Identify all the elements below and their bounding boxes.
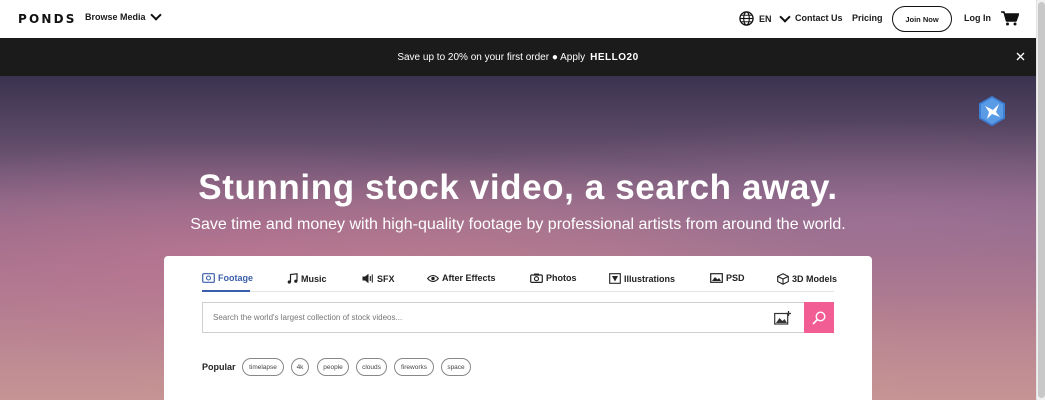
film-icon xyxy=(202,273,215,283)
tab-after-effects-label: After Effects xyxy=(442,273,496,283)
browse-media-menu[interactable]: Browse Media xyxy=(85,9,162,22)
cube-icon xyxy=(777,273,789,285)
promo-banner: Save up to 20% on your first order ● App… xyxy=(0,38,1036,76)
contact-us-link[interactable]: Contact Us xyxy=(795,13,843,23)
popular-tag-clouds[interactable]: clouds xyxy=(356,358,387,376)
search-input[interactable] xyxy=(213,303,763,332)
tab-3d-models-label: 3D Models xyxy=(792,274,838,284)
tab-footage-label: Footage xyxy=(218,273,253,283)
chevron-down-icon xyxy=(149,9,162,21)
media-type-tabs: Footage Music SFX After Effects Photos I… xyxy=(202,269,837,291)
speaker-icon xyxy=(362,273,373,284)
bird-badge-icon[interactable] xyxy=(976,95,1008,127)
close-icon[interactable] xyxy=(1015,51,1026,62)
tab-photos-label: Photos xyxy=(546,273,577,283)
tabs-divider xyxy=(202,291,834,292)
popular-tag-space[interactable]: space xyxy=(441,358,471,376)
pricing-link[interactable]: Pricing xyxy=(852,13,883,23)
log-in-link[interactable]: Log In xyxy=(964,13,991,23)
tab-3d-models[interactable]: 3D Models xyxy=(777,273,837,285)
scrollbar-thumb[interactable] xyxy=(1038,2,1045,398)
tab-psd[interactable]: PSD xyxy=(710,273,745,283)
cart-button[interactable] xyxy=(1001,11,1020,31)
ponds-logo[interactable]: PONDS xyxy=(18,12,77,26)
hero-subtitle: Save time and money with high-quality fo… xyxy=(190,216,846,233)
page-scrollbar[interactable] xyxy=(1036,0,1045,400)
tab-sfx-label: SFX xyxy=(377,273,395,284)
globe-icon xyxy=(739,11,754,26)
site-header: PONDS Browse Media EN Contact Us Pricing… xyxy=(0,0,1036,38)
music-note-icon xyxy=(287,273,298,284)
tab-sfx[interactable]: SFX xyxy=(362,273,395,284)
tab-footage[interactable]: Footage xyxy=(202,273,253,283)
promo-code: HELLO20 xyxy=(590,51,639,63)
pen-icon xyxy=(609,273,621,284)
tab-psd-label: PSD xyxy=(726,273,745,283)
tab-music[interactable]: Music xyxy=(287,273,327,284)
tab-music-label: Music xyxy=(301,273,327,284)
cart-icon xyxy=(1001,11,1020,26)
camera-icon xyxy=(530,273,543,283)
eye-icon xyxy=(427,274,439,282)
active-tab-indicator xyxy=(202,290,250,292)
image-search-icon[interactable] xyxy=(774,311,791,325)
chevron-down-icon xyxy=(778,10,791,23)
tab-illustrations-label: Illustrations xyxy=(624,273,676,284)
tab-after-effects[interactable]: After Effects xyxy=(427,273,496,283)
language-selector[interactable]: EN xyxy=(739,10,791,26)
hero-title: Stunning stock video, a search away. xyxy=(198,168,838,207)
popular-tag-fireworks[interactable]: fireworks xyxy=(394,358,434,376)
search-card: Footage Music SFX After Effects Photos I… xyxy=(164,256,872,400)
search-button[interactable] xyxy=(804,302,834,333)
popular-tag-4k[interactable]: 4k xyxy=(291,358,309,376)
tab-photos[interactable]: Photos xyxy=(530,273,577,283)
popular-tag-people[interactable]: people xyxy=(317,358,349,376)
popular-label: Popular xyxy=(202,362,236,372)
search-icon xyxy=(812,310,826,325)
popular-tag-timelapse[interactable]: timelapse xyxy=(242,358,284,376)
join-now-button[interactable]: Join Now xyxy=(892,6,952,32)
search-box xyxy=(202,302,804,333)
browse-media-label: Browse Media xyxy=(85,12,146,22)
tab-illustrations[interactable]: Illustrations xyxy=(609,273,675,284)
language-label: EN xyxy=(759,13,772,24)
promo-text: Save up to 20% on your first order ● App… xyxy=(397,51,586,63)
image-icon xyxy=(710,273,723,283)
